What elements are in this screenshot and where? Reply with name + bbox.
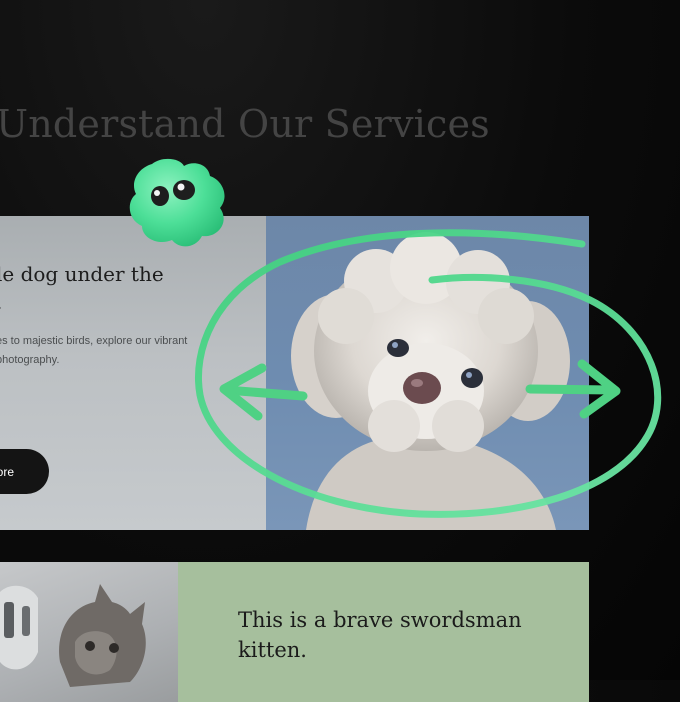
kitten-illustration xyxy=(0,584,146,687)
service-card-dog: le dog under the . es to majestic birds,… xyxy=(0,216,589,530)
kitten-photo xyxy=(0,562,178,702)
explore-more-button[interactable]: ore xyxy=(0,449,49,494)
service-card-kitten-text: This is a brave swordsman kitten. xyxy=(178,562,589,702)
green-blob-mascot-icon xyxy=(129,158,225,247)
service-card-kitten: This is a brave swordsman kitten. xyxy=(0,562,589,702)
service-card-dog-title: le dog under the . xyxy=(0,260,236,316)
service-card-dog-description-line: es to majestic birds, explore our vibran… xyxy=(0,335,188,347)
dog-photo xyxy=(266,216,589,530)
service-card-dog-description: es to majestic birds, explore our vibran… xyxy=(0,332,211,370)
service-card-dog-text: le dog under the . es to majestic birds,… xyxy=(0,216,266,530)
service-card-dog-description-line: photography. xyxy=(0,354,60,366)
service-card-kitten-title: This is a brave swordsman kitten. xyxy=(238,605,522,665)
dog-illustration xyxy=(291,232,570,530)
page-title: Understand Our Services xyxy=(0,102,490,146)
service-card-kitten-title-line: This is a brave swordsman xyxy=(238,608,522,632)
service-card-dog-title-line: . xyxy=(0,288,236,316)
service-card-dog-title-line: le dog under the xyxy=(0,262,164,286)
service-card-kitten-title-line: kitten. xyxy=(238,638,307,662)
